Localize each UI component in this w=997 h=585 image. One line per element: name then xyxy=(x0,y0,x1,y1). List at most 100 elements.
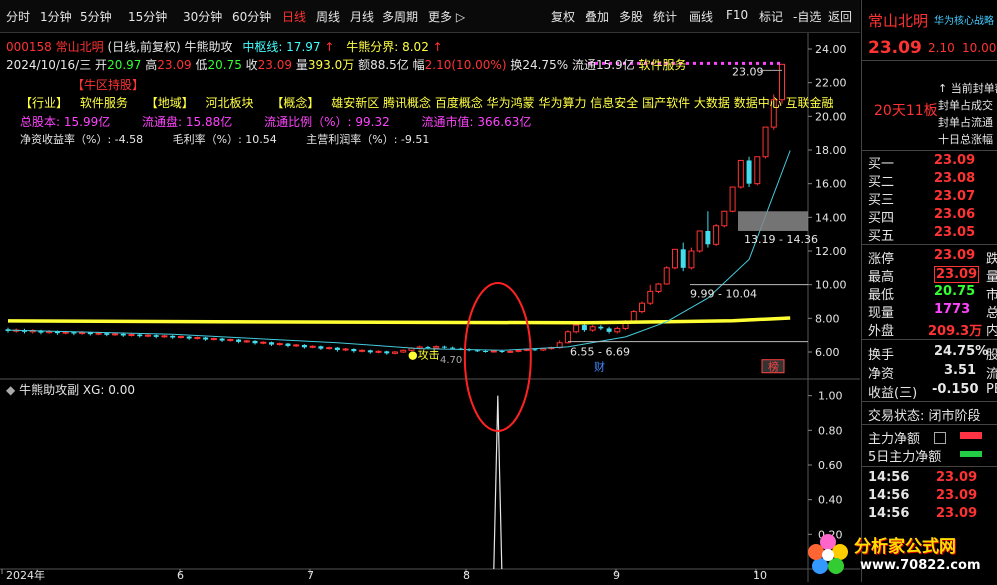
y-tick-label: 14.00 xyxy=(815,211,847,224)
main-flow-bar xyxy=(960,432,982,439)
stat2-row-2: 收益(三)-0.150PE xyxy=(868,382,997,401)
candle-body xyxy=(318,346,324,349)
stat-row-1: 最高 23.09 量 xyxy=(868,266,997,285)
candle-body xyxy=(186,336,192,339)
y-tick-label: 12.00 xyxy=(815,245,847,258)
candle-body xyxy=(219,338,225,341)
tick-row: 14:56 23.09 xyxy=(868,488,978,503)
share-line: 总股本: 15.99亿 流通盘: 15.88亿 流通比例（%）: 99.32 流… xyxy=(20,113,531,130)
candle-body xyxy=(688,250,695,269)
candle-body xyxy=(441,346,447,348)
watermark-brand: 分析家公式网 xyxy=(854,537,956,557)
zone-label: 【牛区持股】 xyxy=(72,78,145,92)
volume-value: 393.0万 xyxy=(307,58,355,72)
bid-price: 23.06 xyxy=(934,207,976,222)
range-label-3: 6.55 - 6.69 xyxy=(570,346,630,359)
candle-body xyxy=(589,326,596,331)
candle-body xyxy=(309,345,316,348)
period-tab-4[interactable]: 30分钟 xyxy=(183,8,222,25)
candle-body xyxy=(606,328,612,332)
toolbar-btn-1[interactable]: 叠加 xyxy=(585,8,609,25)
seal-notes: ↑ 当前封单额 封单占成交 封单占流通 十日总涨幅 xyxy=(938,82,997,146)
candle-body xyxy=(671,248,678,269)
toolbar-btn-5[interactable]: F10 xyxy=(726,8,748,22)
y-tick-label: 10.00 xyxy=(815,279,847,292)
period-tab-9[interactable]: 多周期 xyxy=(382,8,418,25)
bid-label: 买五 xyxy=(868,229,895,244)
tick-row: 14:56 23.09 xyxy=(868,470,978,485)
range-box-1 xyxy=(738,211,808,231)
period-tab-6[interactable]: 日线 xyxy=(282,8,306,25)
finance-marker: 财 xyxy=(594,360,605,374)
main-flow-label: 主力净额 xyxy=(868,432,921,447)
concepts-value: 雄安新区 腾讯概念 百度概念 华为鸿蒙 华为算力 信息安全 国产软件 大数据 数… xyxy=(331,96,834,110)
period-tab-0[interactable]: 分时 xyxy=(6,8,30,25)
list-icon[interactable] xyxy=(934,432,946,444)
candle-body xyxy=(367,350,373,353)
candle-body xyxy=(713,225,720,245)
candle-body xyxy=(210,338,217,341)
settings-dot-icon[interactable]: ◆ xyxy=(6,383,15,397)
indicator-name[interactable]: 牛熊助攻 xyxy=(184,40,232,54)
signal-spike xyxy=(493,395,503,570)
main-flow5-label: 5日主力净额 xyxy=(868,450,942,465)
amplitude-value: 2.10(10.00%) xyxy=(424,58,507,72)
total-share: 总股本: 15.99亿 xyxy=(20,115,111,129)
finance-line: 净资收益率（%）: -4.58 毛利率（%）: 10.54 主营利润率（%）: … xyxy=(20,131,429,147)
bid-row-1: 买一 23.09 xyxy=(862,152,997,172)
period-tab-7[interactable]: 周线 xyxy=(316,8,340,25)
period-tab-5[interactable]: 60分钟 xyxy=(232,8,271,25)
toolbar-btn-4[interactable]: 画线 xyxy=(689,8,713,25)
candle-body xyxy=(598,326,604,329)
x-tick-label: 2024年 xyxy=(6,568,45,582)
toolbar-btn-3[interactable]: 统计 xyxy=(653,8,677,25)
candle-body xyxy=(334,347,340,350)
candle-body xyxy=(236,339,242,342)
high-value: 23.09 xyxy=(157,58,192,72)
candle-body xyxy=(705,230,711,245)
candle-body xyxy=(499,350,505,352)
period-tab-1[interactable]: 1分钟 xyxy=(40,8,72,25)
concept-tag: 华为核心战略 xyxy=(934,16,994,27)
candle-body xyxy=(532,349,538,351)
toolbar-btn-6[interactable]: 标记 xyxy=(759,8,783,25)
period-tab-2[interactable]: 5分钟 xyxy=(80,8,112,25)
y-tick-label: 18.00 xyxy=(815,144,847,157)
stat-row-0: 涨停 23.09 跌 xyxy=(868,248,997,267)
candle-body xyxy=(293,344,300,347)
toolbar-btn-2[interactable]: 多股 xyxy=(619,8,643,25)
candle-body xyxy=(540,348,547,351)
attack-marker: ●攻击 xyxy=(408,347,440,361)
toolbar-btn-0[interactable]: 复权 xyxy=(551,8,575,25)
tick-row: 14:56 23.09 xyxy=(868,506,978,521)
y-tick-label: 24.00 xyxy=(815,43,847,56)
float-ratio: 流通比例（%）: 99.32 xyxy=(264,115,390,129)
candle-body xyxy=(515,349,522,352)
candle-body xyxy=(342,348,349,351)
candle-body xyxy=(161,335,168,338)
candle-body xyxy=(170,335,176,338)
float-value: 15.9亿 xyxy=(595,58,635,72)
stat2-row-1: 净资 3.51 流 xyxy=(868,363,997,382)
candle-body xyxy=(203,337,209,340)
candle-body xyxy=(647,290,654,304)
candle-body xyxy=(581,325,587,331)
candle-body xyxy=(62,331,69,334)
y-tick-label: 16.00 xyxy=(815,178,847,191)
candle-body xyxy=(754,156,761,185)
candle-body xyxy=(375,350,382,353)
limit-up-streak: 20天11板 xyxy=(874,103,938,119)
roe-value: 净资收益率（%）: -4.58 xyxy=(20,133,144,146)
x-tick-label: 6 xyxy=(177,569,184,582)
period-tab-3[interactable]: 15分钟 xyxy=(128,8,167,25)
close-value: 23.09 xyxy=(257,58,293,72)
candle-body xyxy=(400,349,407,353)
y-tick-label: 20.00 xyxy=(815,110,847,123)
toolbar-btn-7[interactable]: -自选 xyxy=(793,8,821,25)
period-tab-10[interactable]: 更多 ▷ xyxy=(428,8,465,25)
candle-body xyxy=(276,343,283,346)
toolbar-btn-8[interactable]: 返回 xyxy=(828,8,852,25)
amount-value: 88.5亿 xyxy=(370,58,409,72)
candle-body xyxy=(729,186,736,212)
period-tab-8[interactable]: 月线 xyxy=(350,8,374,25)
